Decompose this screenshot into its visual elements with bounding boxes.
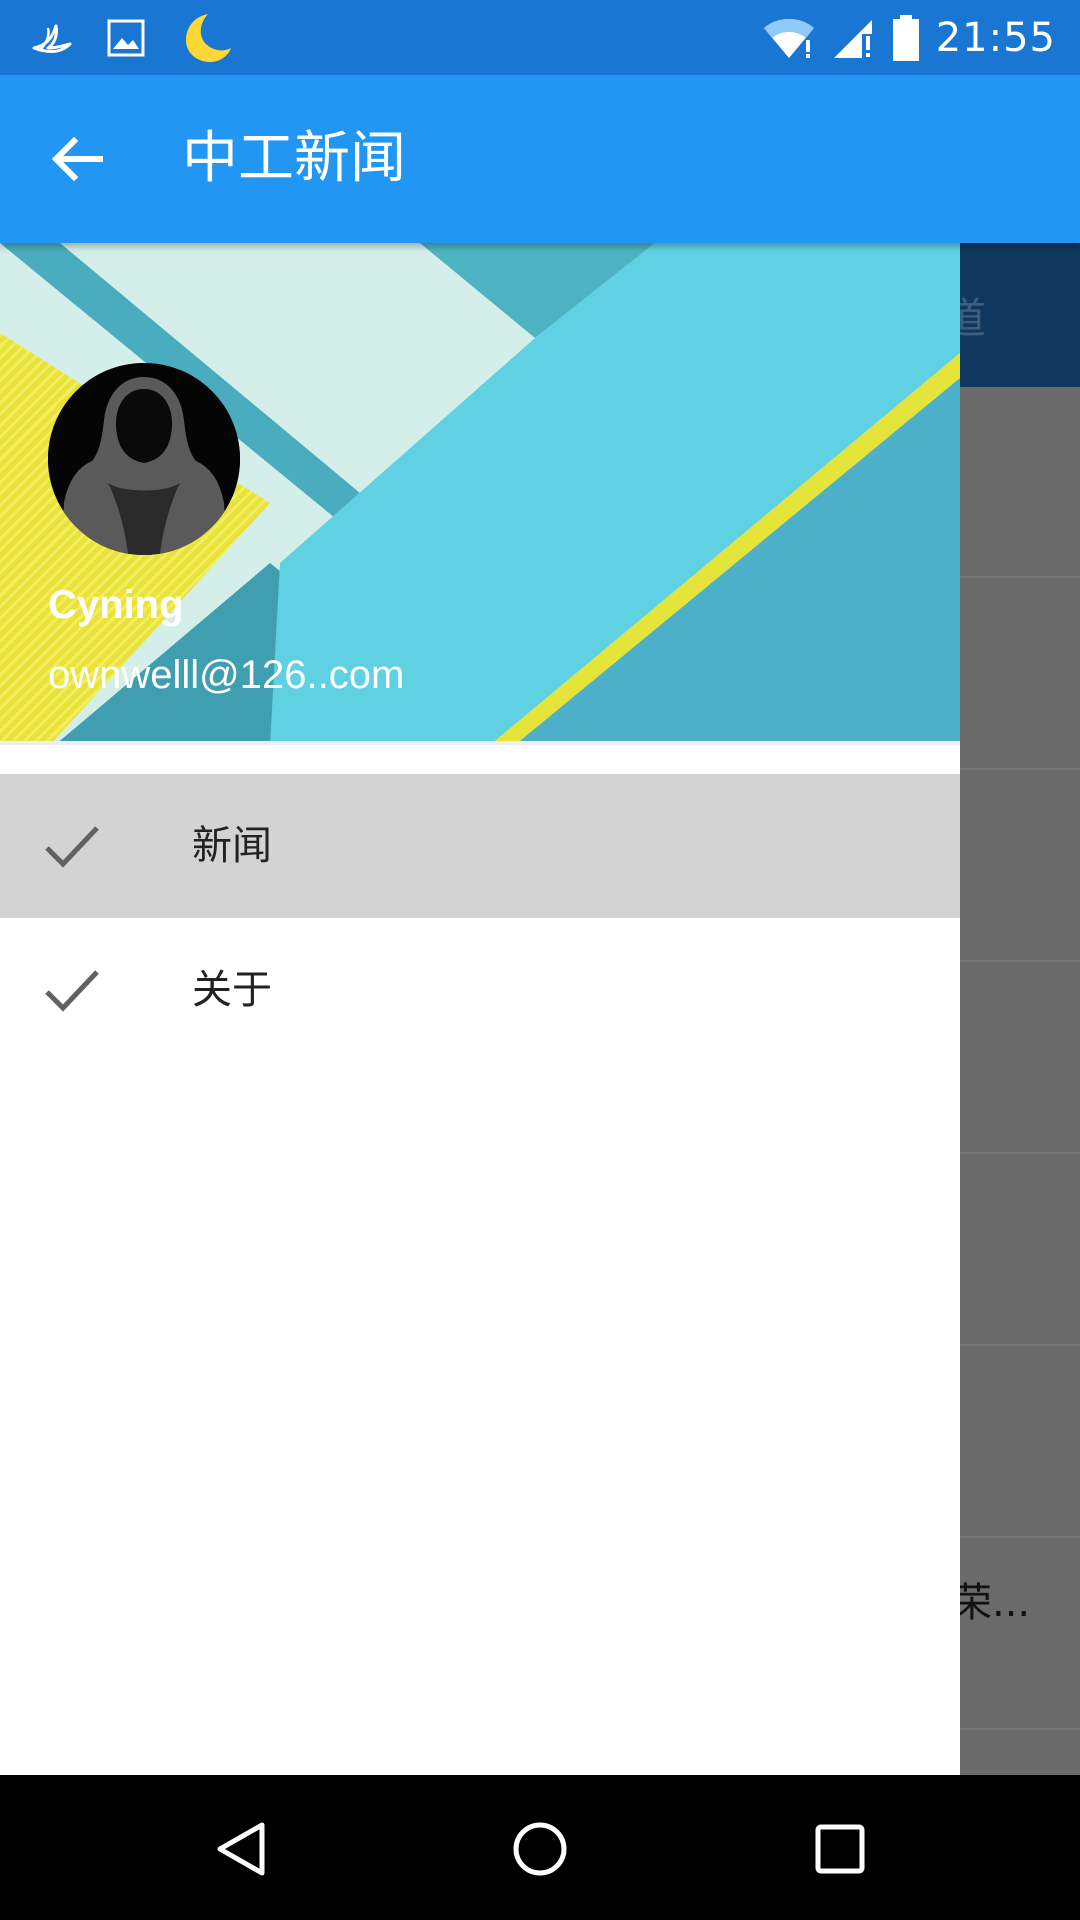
background-list-snippet: 荣...: [952, 1580, 1031, 1626]
list-divider: [960, 768, 1080, 770]
app-bar: 中工新闻: [0, 75, 1080, 243]
profile-email: ownwelll@126..com: [48, 653, 405, 697]
profile-name: Cyning: [48, 583, 184, 627]
navigation-drawer: Cyning ownwelll@126..com 新闻 关于: [0, 243, 960, 1775]
moon-icon: [186, 14, 231, 62]
avatar[interactable]: [48, 363, 240, 555]
list-divider: [960, 960, 1080, 962]
drawer-item-about[interactable]: 关于: [0, 918, 960, 1062]
recents-square-icon[interactable]: [810, 1819, 870, 1879]
system-navigation-bar: [0, 1775, 1080, 1920]
hooded-figure-icon: [48, 363, 240, 555]
drawer-item-label: 关于: [192, 967, 272, 1013]
status-bar: 21:55: [0, 0, 1080, 75]
drawer-item-label: 新闻: [192, 823, 272, 869]
status-right-icons: 21:55: [762, 10, 1056, 66]
bird-app-icon: [32, 24, 72, 53]
drawer-item-news[interactable]: 新闻: [0, 774, 960, 918]
screen: 21:55 中工新闻 道 荣... Cyning ownwelll@126..c…: [0, 0, 1080, 1920]
signal-icon: [833, 20, 874, 60]
check-icon: [45, 970, 99, 1012]
drawer-header: Cyning ownwelll@126..com: [0, 243, 960, 745]
list-divider: [960, 1536, 1080, 1538]
battery-icon: [892, 15, 919, 61]
check-icon: [45, 826, 99, 868]
list-divider: [960, 1344, 1080, 1346]
back-triangle-icon[interactable]: [210, 1819, 270, 1879]
list-divider: [960, 576, 1080, 578]
wifi-icon: [763, 19, 814, 58]
app-title: 中工新闻: [182, 126, 406, 191]
gallery-icon: [107, 19, 145, 57]
list-divider: [960, 1728, 1080, 1730]
home-circle-icon[interactable]: [510, 1819, 570, 1879]
list-divider: [960, 1152, 1080, 1154]
status-left-icons: [30, 10, 234, 66]
status-time: 21:55: [935, 15, 1056, 61]
arrow-left-icon[interactable]: [48, 129, 108, 189]
